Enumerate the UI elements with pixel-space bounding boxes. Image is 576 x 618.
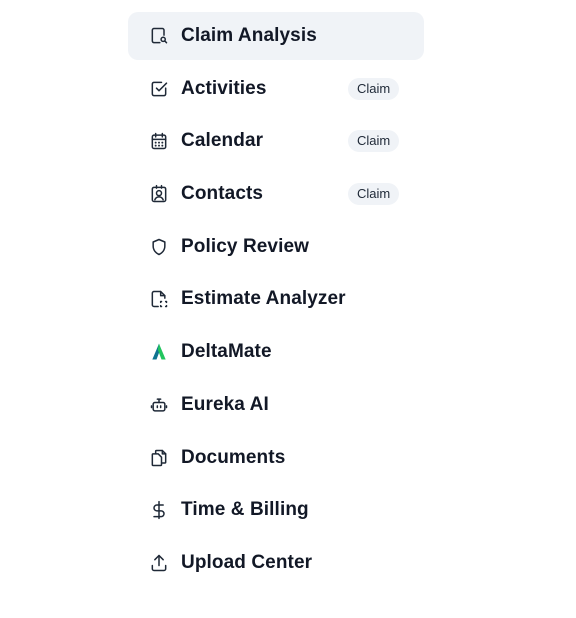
sidebar-item-label: Upload Center (181, 551, 313, 573)
sidebar-item-label: Activities (181, 77, 267, 99)
sidebar-item-label: Claim Analysis (181, 25, 317, 46)
sidebar-item-claim-analysis[interactable]: Claim Analysis (128, 12, 424, 60)
calendar-icon (148, 130, 170, 152)
sidebar-item-label: Policy Review (181, 235, 310, 257)
sidebar-item-calendar[interactable]: Calendar Claim (128, 117, 424, 165)
checkbox-icon (148, 78, 170, 100)
sidebar-item-label: Contacts (181, 183, 264, 205)
documents-icon (148, 447, 170, 469)
claim-analysis-icon (148, 25, 170, 47)
deltamate-logo-icon (148, 341, 170, 363)
sidebar-item-label: Estimate Analyzer (181, 288, 346, 310)
file-scan-icon (148, 288, 170, 310)
shield-icon (148, 236, 170, 258)
sidebar-item-label: Eureka AI (181, 393, 269, 415)
claim-badge: Claim (348, 183, 400, 206)
sidebar-item-estimate-analyzer[interactable]: Estimate Analyzer (128, 275, 424, 323)
dollar-icon (148, 499, 170, 521)
sidebar-item-label: Calendar (181, 130, 264, 152)
sidebar-item-policy-review[interactable]: Policy Review (128, 223, 424, 271)
claim-badge: Claim (348, 130, 400, 153)
upload-icon (148, 552, 170, 574)
claim-badge: Claim (348, 77, 400, 100)
sidebar-item-label: DeltaMate (181, 341, 272, 363)
sidebar-item-contacts[interactable]: Contacts Claim (128, 170, 424, 218)
sidebar-item-time-billing[interactable]: Time & Billing (128, 486, 424, 534)
sidebar-item-label: Time & Billing (181, 499, 309, 521)
sidebar-nav: Claim Analysis Activities Claim Calendar… (128, 12, 424, 592)
sidebar-item-eureka-ai[interactable]: Eureka AI (128, 381, 424, 429)
sidebar-item-label: Documents (181, 446, 286, 468)
sidebar-item-upload-center[interactable]: Upload Center (128, 539, 424, 587)
robot-icon (148, 394, 170, 416)
sidebar-item-documents[interactable]: Documents (128, 434, 424, 482)
sidebar-item-activities[interactable]: Activities Claim (128, 65, 424, 113)
sidebar-item-deltamate[interactable]: DeltaMate (128, 328, 424, 376)
contact-card-icon (148, 183, 170, 205)
